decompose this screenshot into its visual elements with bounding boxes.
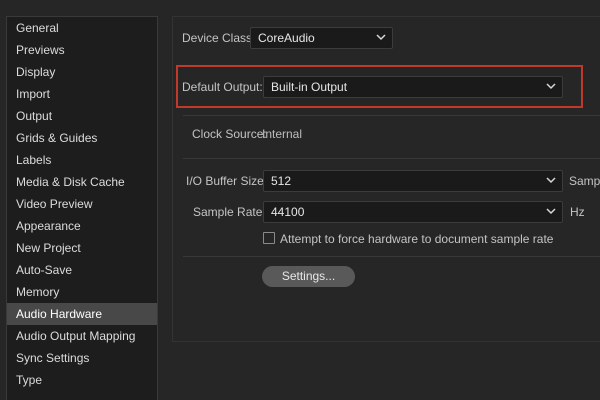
sidebar-item-new-project[interactable]: New Project [7,237,157,259]
clock-source-label: Clock Source: [192,127,267,141]
preferences-sidebar: General Previews Display Import Output G… [6,16,158,400]
sidebar-item-sync-settings[interactable]: Sync Settings [7,347,157,369]
sidebar-item-grids-guides[interactable]: Grids & Guides [7,127,157,149]
sample-rate-value: 44100 [271,205,305,219]
sidebar-item-auto-save[interactable]: Auto-Save [7,259,157,281]
device-class-value: CoreAudio [258,31,315,45]
io-buffer-size-select[interactable]: 512 [263,170,563,192]
sidebar-item-video-preview[interactable]: Video Preview [7,193,157,215]
sidebar-item-type[interactable]: Type [7,369,157,391]
section-divider [183,256,600,257]
clock-source-value: Internal [262,127,303,141]
chevron-down-icon [546,83,556,90]
sidebar-item-general[interactable]: General [7,17,157,39]
default-output-select[interactable]: Built-in Output [263,76,563,98]
sidebar-item-display[interactable]: Display [7,61,157,83]
sidebar-item-audio-hardware[interactable]: Audio Hardware [7,303,157,325]
chevron-down-icon [546,177,556,184]
sidebar-item-appearance[interactable]: Appearance [7,215,157,237]
section-divider [183,115,600,116]
sample-rate-label: Sample Rate: [193,205,266,219]
io-buffer-size-label: I/O Buffer Size: [186,174,268,188]
sidebar-item-labels[interactable]: Labels [7,149,157,171]
sidebar-item-audio-output-mapping[interactable]: Audio Output Mapping [7,325,157,347]
chevron-down-icon [546,208,556,215]
default-output-label: Default Output: [182,80,263,94]
sidebar-item-previews[interactable]: Previews [7,39,157,61]
sidebar-item-output[interactable]: Output [7,105,157,127]
sample-rate-select[interactable]: 44100 [263,201,563,223]
io-buffer-size-unit: Sampl [569,174,600,188]
sidebar-item-media-disk-cache[interactable]: Media & Disk Cache [7,171,157,193]
force-sample-rate-checkbox[interactable] [263,232,275,244]
sidebar-item-import[interactable]: Import [7,83,157,105]
default-output-value: Built-in Output [271,80,348,94]
device-class-label: Device Class: [182,31,256,45]
sample-rate-unit: Hz [570,205,585,219]
chevron-down-icon [376,34,386,41]
settings-button[interactable]: Settings... [262,266,355,287]
force-sample-rate-label[interactable]: Attempt to force hardware to document sa… [280,232,553,246]
sidebar-item-memory[interactable]: Memory [7,281,157,303]
io-buffer-size-value: 512 [271,174,292,188]
section-divider [183,158,600,159]
device-class-select[interactable]: CoreAudio [250,27,393,49]
